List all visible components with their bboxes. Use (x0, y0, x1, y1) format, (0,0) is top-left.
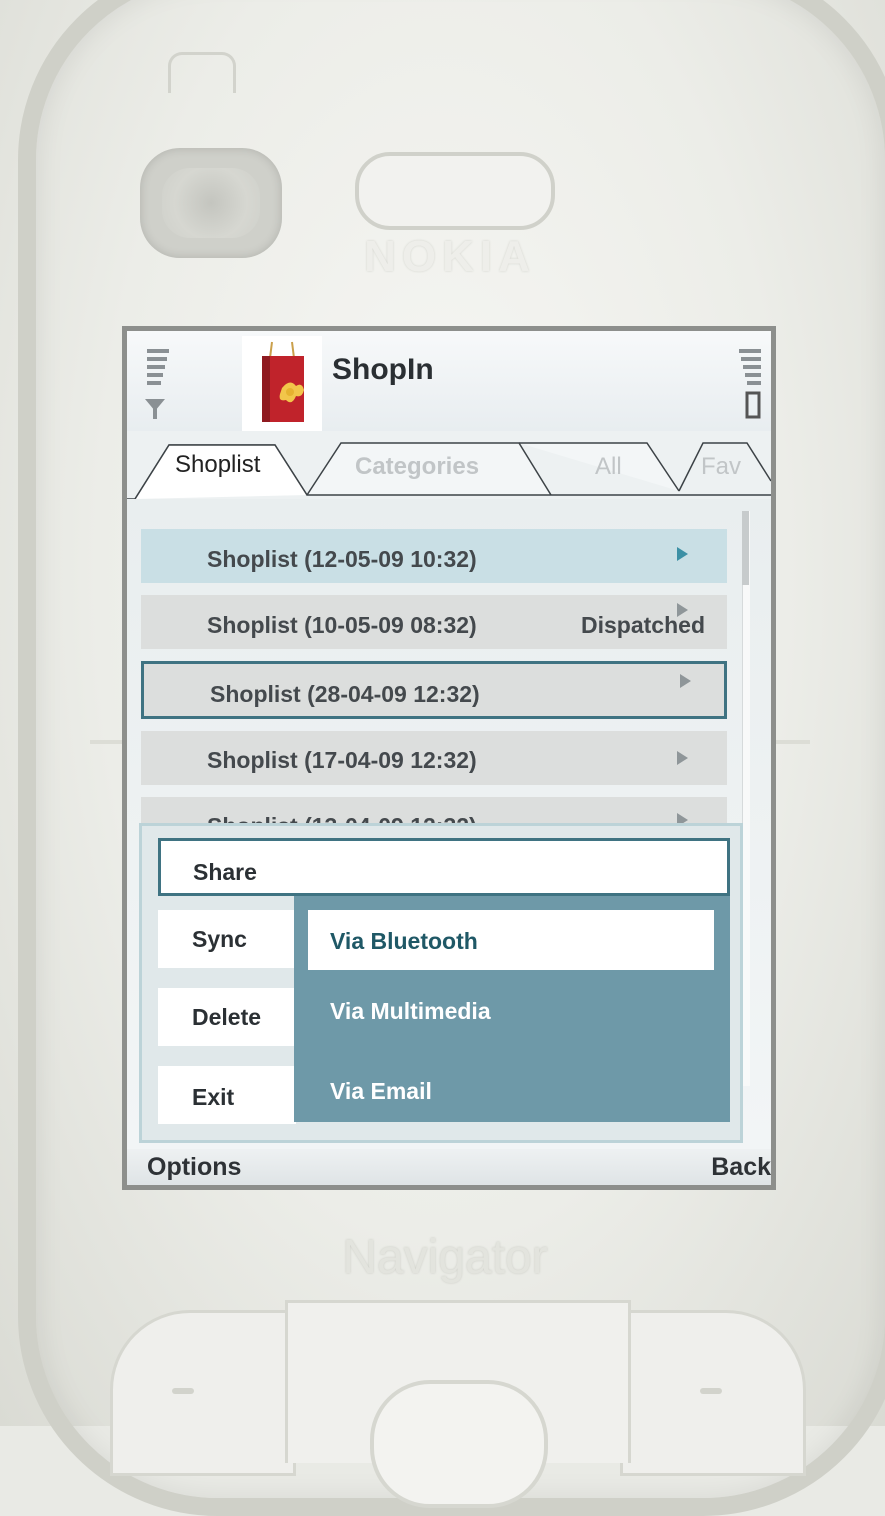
chevron-right-icon (677, 603, 688, 617)
list-item[interactable]: Shoplist (28-04-09 12:32) (141, 661, 727, 719)
chevron-right-icon (677, 751, 688, 765)
scrollbar-track[interactable] (742, 511, 750, 1086)
speaker-grille (355, 152, 555, 230)
tab-fav[interactable]: Fav (701, 453, 741, 481)
tab-categories[interactable]: Categories (355, 453, 479, 481)
scrollbar-thumb[interactable] (742, 511, 749, 585)
brand-logo: NOKIA (364, 232, 536, 281)
navigation-ring-button[interactable] (370, 1380, 548, 1508)
camera-icon (140, 148, 282, 258)
menu-item-delete[interactable]: Delete (158, 988, 296, 1046)
list-item-label: Shoplist (17-04-09 12:32) (207, 747, 477, 773)
bezel-line-right (770, 740, 810, 744)
shopping-bag-icon (262, 341, 304, 422)
menu-item-exit[interactable]: Exit (158, 1066, 296, 1124)
camera-lens (162, 168, 260, 238)
key-marker-right (700, 1388, 722, 1394)
options-softkey[interactable]: Options (147, 1153, 241, 1182)
tab-bar: Shoplist Categories All Fav (127, 431, 771, 499)
submenu-item-email[interactable]: Via Email (330, 1078, 432, 1105)
list-item[interactable]: Shoplist (17-04-09 12:32) (141, 731, 727, 785)
list-item[interactable]: Shoplist (10-05-09 08:32) Dispatched (141, 595, 727, 649)
back-softkey[interactable]: Back (711, 1153, 771, 1182)
options-menu: Share Sync Delete Exit Via Bluetooth Via… (139, 823, 743, 1143)
app-logo (242, 336, 322, 432)
navigator-label: Navigator (342, 1231, 548, 1284)
battery-icon (739, 349, 761, 419)
softkey-bar: Options Back (127, 1149, 771, 1185)
share-submenu: Via Bluetooth Via Multimedia Via Email (294, 896, 730, 1122)
list-item[interactable]: Shoplist (12-05-09 10:32) (141, 529, 727, 583)
menu-item-sync[interactable]: Sync (158, 910, 296, 968)
left-softkey-button[interactable] (110, 1310, 296, 1476)
tab-shoplist[interactable]: Shoplist (175, 451, 260, 479)
screen: ShopIn Shoplist Categories All Fav Shopl… (127, 331, 771, 1185)
key-marker-left (172, 1388, 194, 1394)
tab-all[interactable]: All (595, 453, 622, 481)
title-bar (127, 331, 771, 431)
submenu-item-multimedia[interactable]: Via Multimedia (330, 998, 491, 1025)
chevron-right-icon (680, 674, 691, 688)
list-item-label: Shoplist (28-04-09 12:32) (210, 681, 480, 707)
screen-frame: ShopIn Shoplist Categories All Fav Shopl… (122, 326, 776, 1190)
chevron-right-icon (677, 547, 688, 561)
app-title: ShopIn (332, 353, 434, 386)
top-bump (168, 52, 236, 93)
list-item-label: Shoplist (10-05-09 08:32) (207, 612, 477, 638)
submenu-item-bluetooth[interactable]: Via Bluetooth (330, 928, 478, 955)
signal-strength-icon (145, 349, 169, 419)
list-item-label: Shoplist (12-05-09 10:32) (207, 546, 477, 572)
menu-item-share[interactable]: Share (158, 838, 730, 896)
